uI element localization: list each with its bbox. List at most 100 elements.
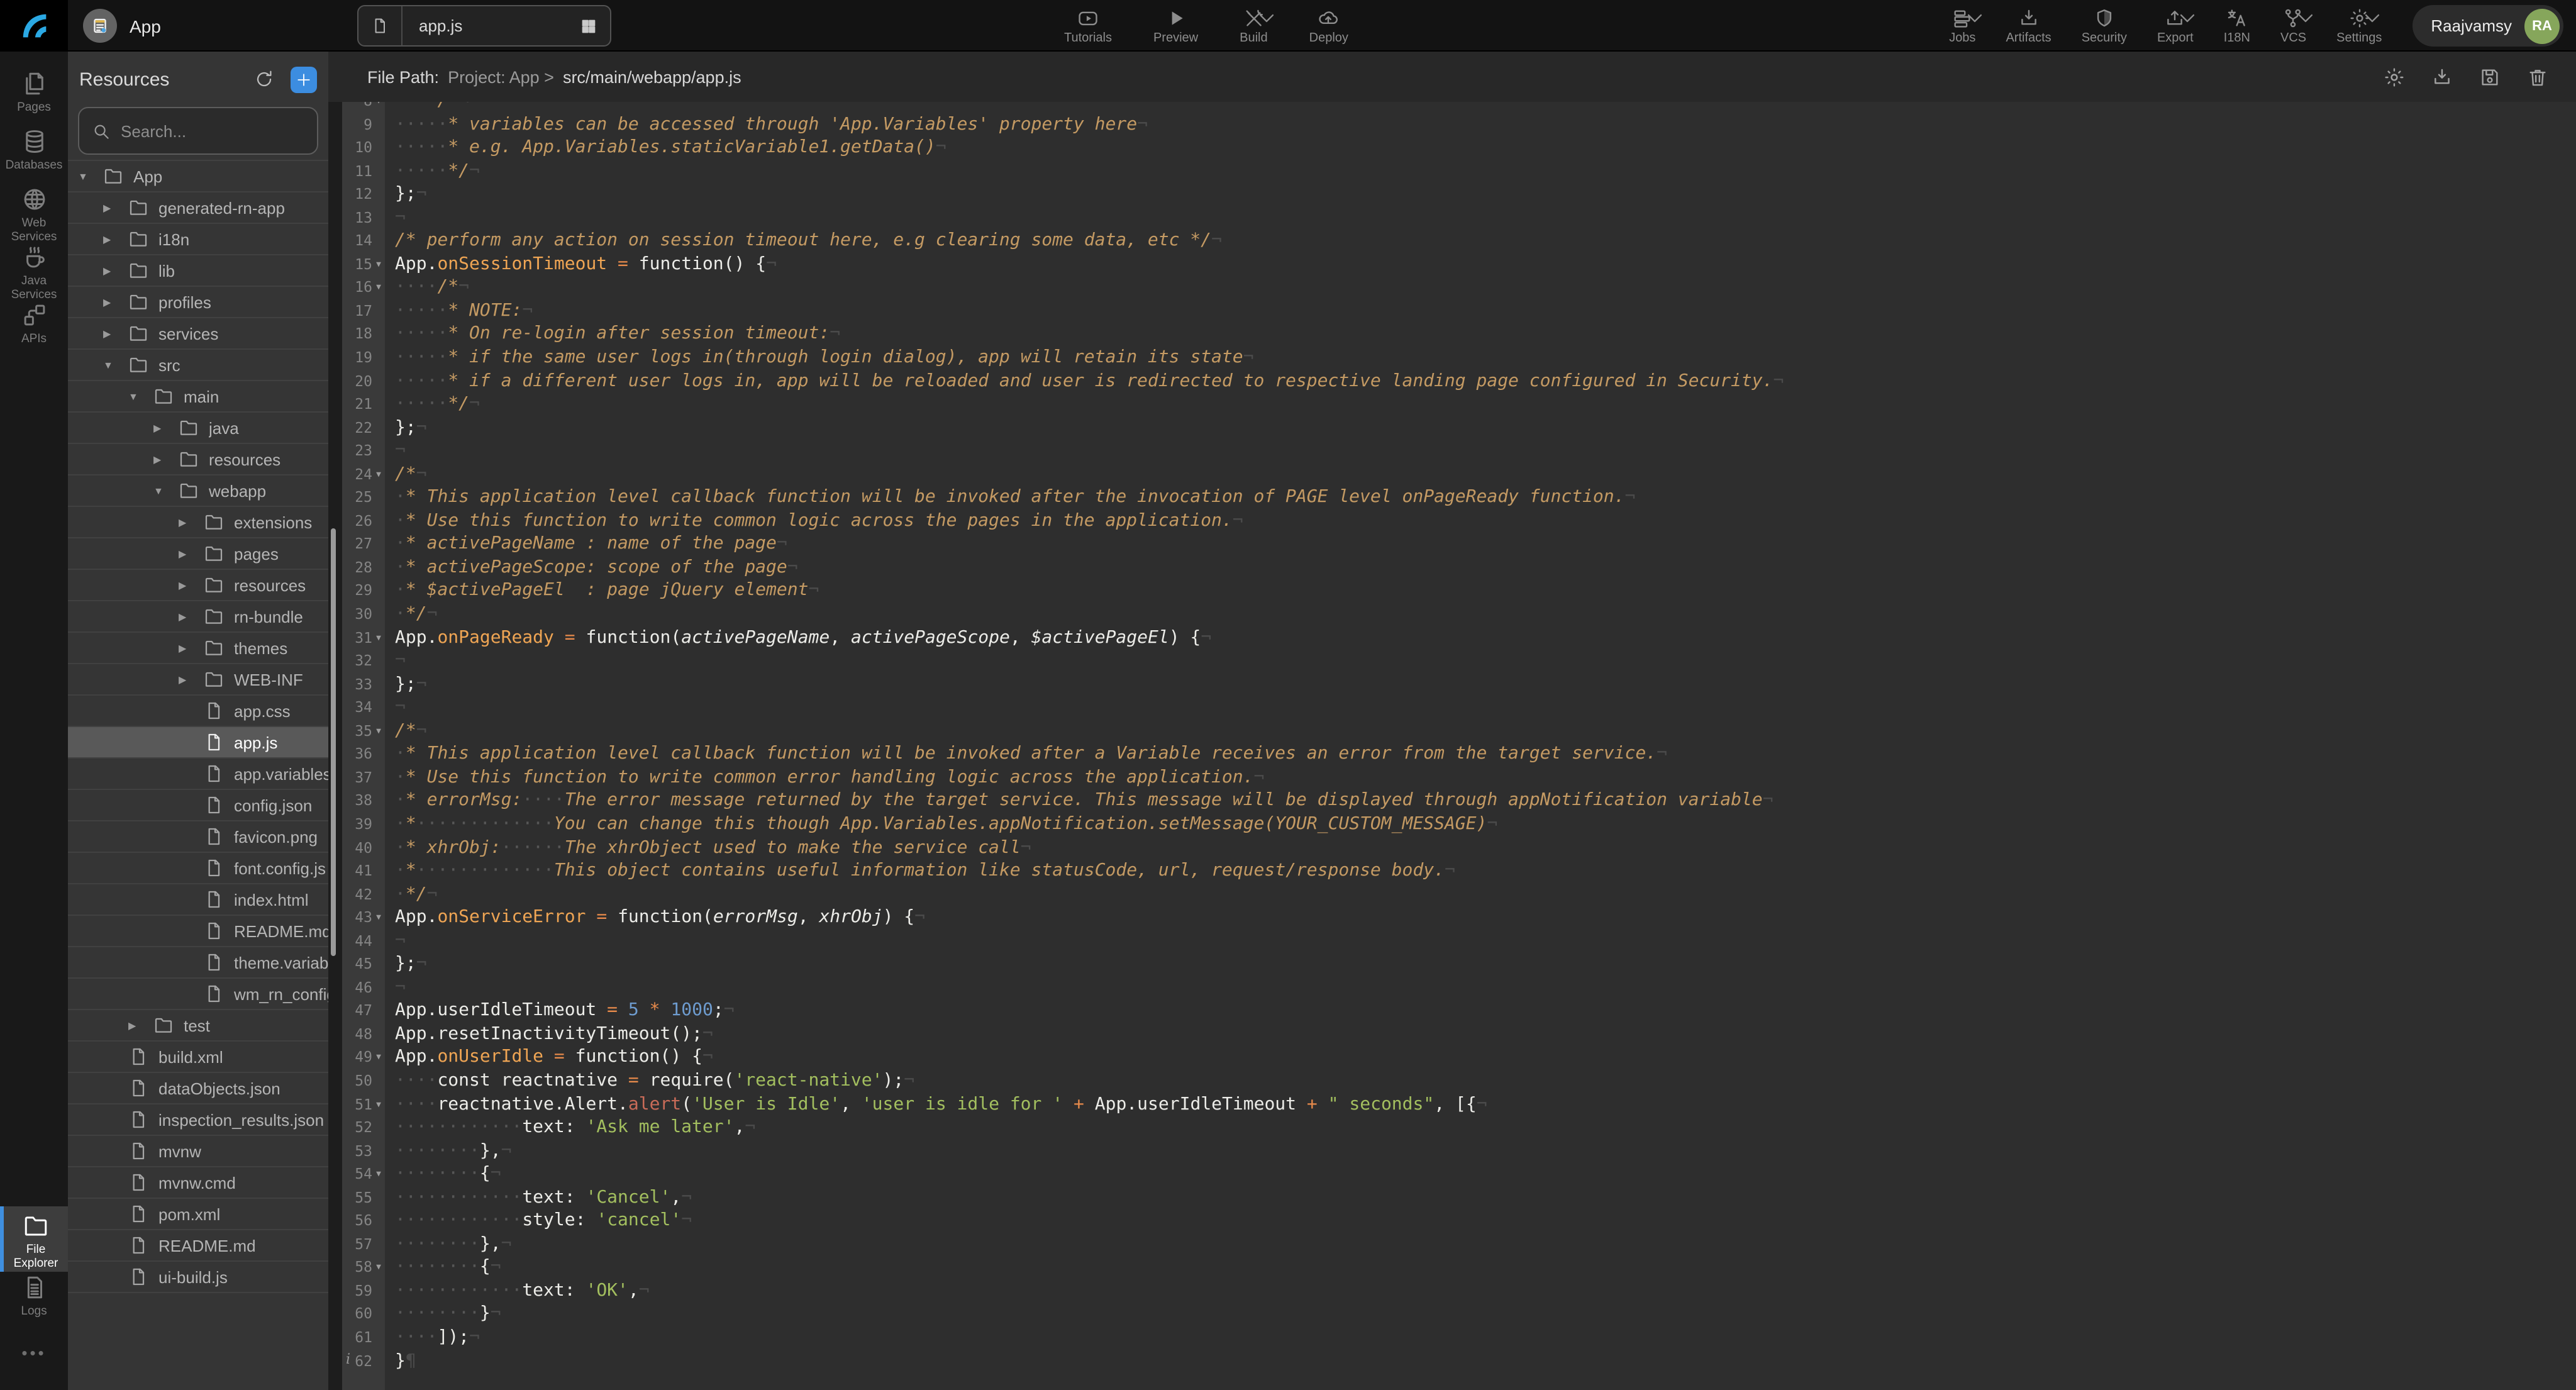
- sidebar-item-apis[interactable]: APIs: [0, 299, 68, 357]
- code-line-51[interactable]: 51▼····reactnative.Alert.alert('User is …: [342, 1093, 2576, 1116]
- tree-item-resources[interactable]: ▶resources: [68, 444, 328, 475]
- topbar-artifacts-button[interactable]: Artifacts: [2006, 6, 2051, 45]
- code-line-10[interactable]: 10·····* e.g. App.Variables.staticVariab…: [342, 136, 2576, 159]
- tree-item-app.variables.js[interactable]: app.variables.js: [68, 759, 328, 790]
- gear-icon[interactable]: [2384, 66, 2405, 87]
- more-options-button[interactable]: •••: [0, 1343, 68, 1362]
- code-line-17[interactable]: 17·····* NOTE:¬: [342, 299, 2576, 323]
- grid-icon[interactable]: [580, 17, 597, 35]
- sidebar-item-java-services[interactable]: Java Services: [0, 242, 68, 299]
- code-line-23[interactable]: 23¬: [342, 439, 2576, 462]
- collapse-arrow-icon[interactable]: ▼: [128, 391, 153, 402]
- code-line-56[interactable]: 56············style: 'cancel'¬: [342, 1209, 2576, 1233]
- code-line-37[interactable]: 37·* Use this function to write common e…: [342, 766, 2576, 789]
- code-line-54[interactable]: 54▼········{¬: [342, 1162, 2576, 1186]
- code-line-61[interactable]: 61····]);¬: [342, 1326, 2576, 1349]
- code-line-22[interactable]: 22};¬: [342, 416, 2576, 439]
- expand-arrow-icon[interactable]: ▶: [179, 642, 204, 653]
- code-line-20[interactable]: 20·····* if a different user logs in, ap…: [342, 369, 2576, 392]
- code-line-57[interactable]: 57········},¬: [342, 1233, 2576, 1256]
- code-line-18[interactable]: 18·····* On re-login after session timeo…: [342, 323, 2576, 346]
- code-line-47[interactable]: 47App.userIdleTimeout = 5 * 1000;¬: [342, 999, 2576, 1023]
- tree-item-pages[interactable]: ▶pages: [68, 538, 328, 570]
- tree-item-test[interactable]: ▶test: [68, 1010, 328, 1042]
- tree-item-rn-bundle[interactable]: ▶rn-bundle: [68, 601, 328, 633]
- tree-item-wm-rn-config.js[interactable]: wm_rn_config.js: [68, 979, 328, 1010]
- fold-arrow-icon[interactable]: ▼: [372, 102, 385, 113]
- code-line-36[interactable]: 36·* This application level callback fun…: [342, 743, 2576, 766]
- tree-item-mvnw.cmd[interactable]: mvnw.cmd: [68, 1167, 328, 1199]
- topbar-build-button[interactable]: Build: [1240, 6, 1268, 45]
- topbar-export-button[interactable]: Export: [2157, 6, 2194, 45]
- tree-item-extensions[interactable]: ▶extensions: [68, 507, 328, 538]
- topbar-vcs-button[interactable]: VCS: [2280, 6, 2306, 45]
- tree-item-mvnw[interactable]: mvnw: [68, 1136, 328, 1167]
- code-line-41[interactable]: 41·*·············This object contains us…: [342, 859, 2576, 882]
- fold-arrow-icon[interactable]: ▼: [372, 906, 385, 929]
- expand-arrow-icon[interactable]: ▶: [179, 579, 204, 591]
- fold-arrow-icon[interactable]: ▼: [372, 1162, 385, 1186]
- fold-arrow-icon[interactable]: ▼: [372, 276, 385, 299]
- sidebar-item-web-services[interactable]: Web Services: [0, 184, 68, 242]
- code-line-38[interactable]: 38·* errorMsg:····The error message retu…: [342, 789, 2576, 813]
- code-line-33[interactable]: 33};¬: [342, 672, 2576, 696]
- trash-icon[interactable]: [2527, 66, 2548, 87]
- code-line-14[interactable]: 14/* perform any action on session timeo…: [342, 230, 2576, 253]
- tree-item-dataobjects.json[interactable]: dataObjects.json: [68, 1073, 328, 1104]
- code-line-39[interactable]: 39·*·············You can change this tho…: [342, 813, 2576, 836]
- tree-item-themes[interactable]: ▶themes: [68, 633, 328, 664]
- code-line-60[interactable]: 60········}¬: [342, 1303, 2576, 1326]
- tree-item-readme.md[interactable]: README.md: [68, 1230, 328, 1262]
- code-line-13[interactable]: 13¬: [342, 206, 2576, 229]
- sidebar-item-databases[interactable]: Databases: [0, 126, 68, 184]
- expand-arrow-icon[interactable]: ▶: [103, 265, 128, 276]
- fold-arrow-icon[interactable]: ▼: [372, 253, 385, 276]
- collapse-arrow-icon[interactable]: ▼: [153, 485, 179, 496]
- tree-item-readme.md[interactable]: README.md: [68, 916, 328, 947]
- fold-arrow-icon[interactable]: ▼: [372, 1046, 385, 1069]
- code-line-32[interactable]: 32¬: [342, 649, 2576, 672]
- sidebar-item-pages[interactable]: Pages: [0, 68, 68, 126]
- code-line-15[interactable]: 15▼App.onSessionTimeout = function() {¬: [342, 253, 2576, 276]
- expand-arrow-icon[interactable]: ▶: [179, 516, 204, 528]
- tree-item-build.xml[interactable]: build.xml: [68, 1042, 328, 1073]
- wavemaker-logo[interactable]: [0, 0, 68, 52]
- download-icon[interactable]: [2431, 66, 2453, 87]
- code-line-27[interactable]: 27·* activePageName : name of the page¬: [342, 533, 2576, 556]
- code-line-43[interactable]: 43▼App.onServiceError = function(errorMs…: [342, 906, 2576, 929]
- code-line-25[interactable]: 25·* This application level callback fun…: [342, 486, 2576, 509]
- code-line-62[interactable]: i62}¶: [342, 1349, 2576, 1372]
- tree-item-app.js[interactable]: app.js: [68, 727, 328, 759]
- collapse-arrow-icon[interactable]: ▼: [103, 359, 128, 370]
- expand-arrow-icon[interactable]: ▶: [103, 328, 128, 339]
- sidebar-item-logs[interactable]: Logs: [0, 1272, 68, 1330]
- topbar-tutorials-button[interactable]: Tutorials: [1064, 6, 1112, 45]
- code-line-19[interactable]: 19·····* if the same user logs in(throug…: [342, 346, 2576, 369]
- tree-item-java[interactable]: ▶java: [68, 413, 328, 444]
- topbar-jobs-button[interactable]: Jobs: [1949, 6, 1975, 45]
- tree-item-theme.variables.less[interactable]: theme.variables.less: [68, 947, 328, 979]
- code-line-58[interactable]: 58▼········{¬: [342, 1256, 2576, 1279]
- fold-arrow-icon[interactable]: ▼: [372, 626, 385, 649]
- code-line-28[interactable]: 28·* activePageScope: scope of the page¬: [342, 556, 2576, 579]
- save-icon[interactable]: [2479, 66, 2501, 87]
- code-line-34[interactable]: 34¬: [342, 696, 2576, 719]
- expand-arrow-icon[interactable]: ▶: [153, 422, 179, 433]
- code-line-59[interactable]: 59············text: 'OK',¬: [342, 1279, 2576, 1303]
- add-resource-button[interactable]: [291, 66, 317, 92]
- code-line-24[interactable]: 24▼/*¬: [342, 463, 2576, 486]
- tree-item-webapp[interactable]: ▼webapp: [68, 475, 328, 507]
- topbar-deploy-button[interactable]: Deploy: [1309, 6, 1348, 45]
- topbar-preview-button[interactable]: Preview: [1153, 6, 1198, 45]
- code-line-45[interactable]: 45};¬: [342, 952, 2576, 976]
- code-line-26[interactable]: 26·* Use this function to write common l…: [342, 509, 2576, 533]
- code-line-30[interactable]: 30·*/¬: [342, 603, 2576, 626]
- tree-item-profiles[interactable]: ▶profiles: [68, 287, 328, 318]
- expand-arrow-icon[interactable]: ▶: [103, 233, 128, 245]
- tree-item-inspection-results.json[interactable]: inspection_results.json: [68, 1104, 328, 1136]
- code-line-40[interactable]: 40·* xhrObj:······The xhrObject used to …: [342, 836, 2576, 859]
- topbar-security-button[interactable]: Security: [2082, 6, 2127, 45]
- code-line-31[interactable]: 31▼App.onPageReady = function(activePage…: [342, 626, 2576, 649]
- code-line-52[interactable]: 52············text: 'Ask me later',¬: [342, 1116, 2576, 1139]
- tree-item-font.config.js[interactable]: font.config.js: [68, 853, 328, 884]
